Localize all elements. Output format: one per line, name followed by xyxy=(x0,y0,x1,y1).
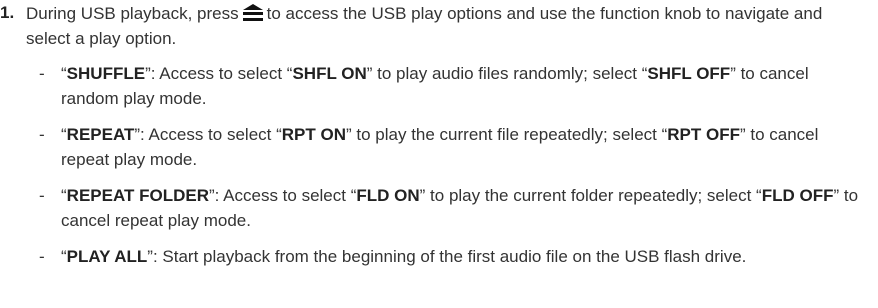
step-text-before-icon: During USB playback, press xyxy=(26,4,239,23)
bullet-dash: - xyxy=(39,125,45,144)
option-off-value: RPT OFF xyxy=(667,125,740,144)
bullet-dash: - xyxy=(39,247,45,266)
option-off-value: SHFL OFF xyxy=(647,64,731,83)
list-item-repeat-folder: - “REPEAT FOLDER”: Access to select “FLD… xyxy=(0,183,870,233)
step-text: During USB playback, press to access the … xyxy=(26,0,870,51)
option-on-value: RPT ON xyxy=(281,125,346,144)
option-text: ”: Access to select “ xyxy=(208,186,357,205)
document-page: 1. During USB playback, press to access t… xyxy=(0,0,878,308)
bullet-dash: - xyxy=(39,186,45,205)
option-name: PLAY ALL xyxy=(66,247,148,266)
instruction-step: 1. During USB playback, press to access t… xyxy=(0,0,870,280)
option-name: REPEAT xyxy=(66,125,135,144)
menu-icon xyxy=(242,4,264,22)
play-options-list: - “SHUFFLE”: Access to select “SHFL ON” … xyxy=(0,61,870,269)
option-on-value: FLD ON xyxy=(356,186,420,205)
option-on-value: SHFL ON xyxy=(292,64,367,83)
option-text: ” to play audio files randomly; select “ xyxy=(366,64,648,83)
option-name: SHUFFLE xyxy=(66,64,146,83)
option-name: REPEAT FOLDER xyxy=(66,186,209,205)
option-text: ” to play the current folder repeatedly;… xyxy=(419,186,762,205)
list-item-shuffle: - “SHUFFLE”: Access to select “SHFL ON” … xyxy=(0,61,870,111)
step-number: 1. xyxy=(0,3,15,22)
option-text: ”: Start playback from the beginning of … xyxy=(147,247,747,266)
option-text: ”: Access to select “ xyxy=(145,64,293,83)
list-item-repeat: - “REPEAT”: Access to select “RPT ON” to… xyxy=(0,122,870,172)
option-text: ” to play the current file repeatedly; s… xyxy=(346,125,668,144)
list-item-play-all: - “PLAY ALL”: Start playback from the be… xyxy=(0,244,870,269)
bullet-dash: - xyxy=(39,64,45,83)
option-text: ”: Access to select “ xyxy=(134,125,282,144)
option-off-value: FLD OFF xyxy=(761,186,834,205)
step-row: 1. During USB playback, press to access t… xyxy=(0,0,870,51)
